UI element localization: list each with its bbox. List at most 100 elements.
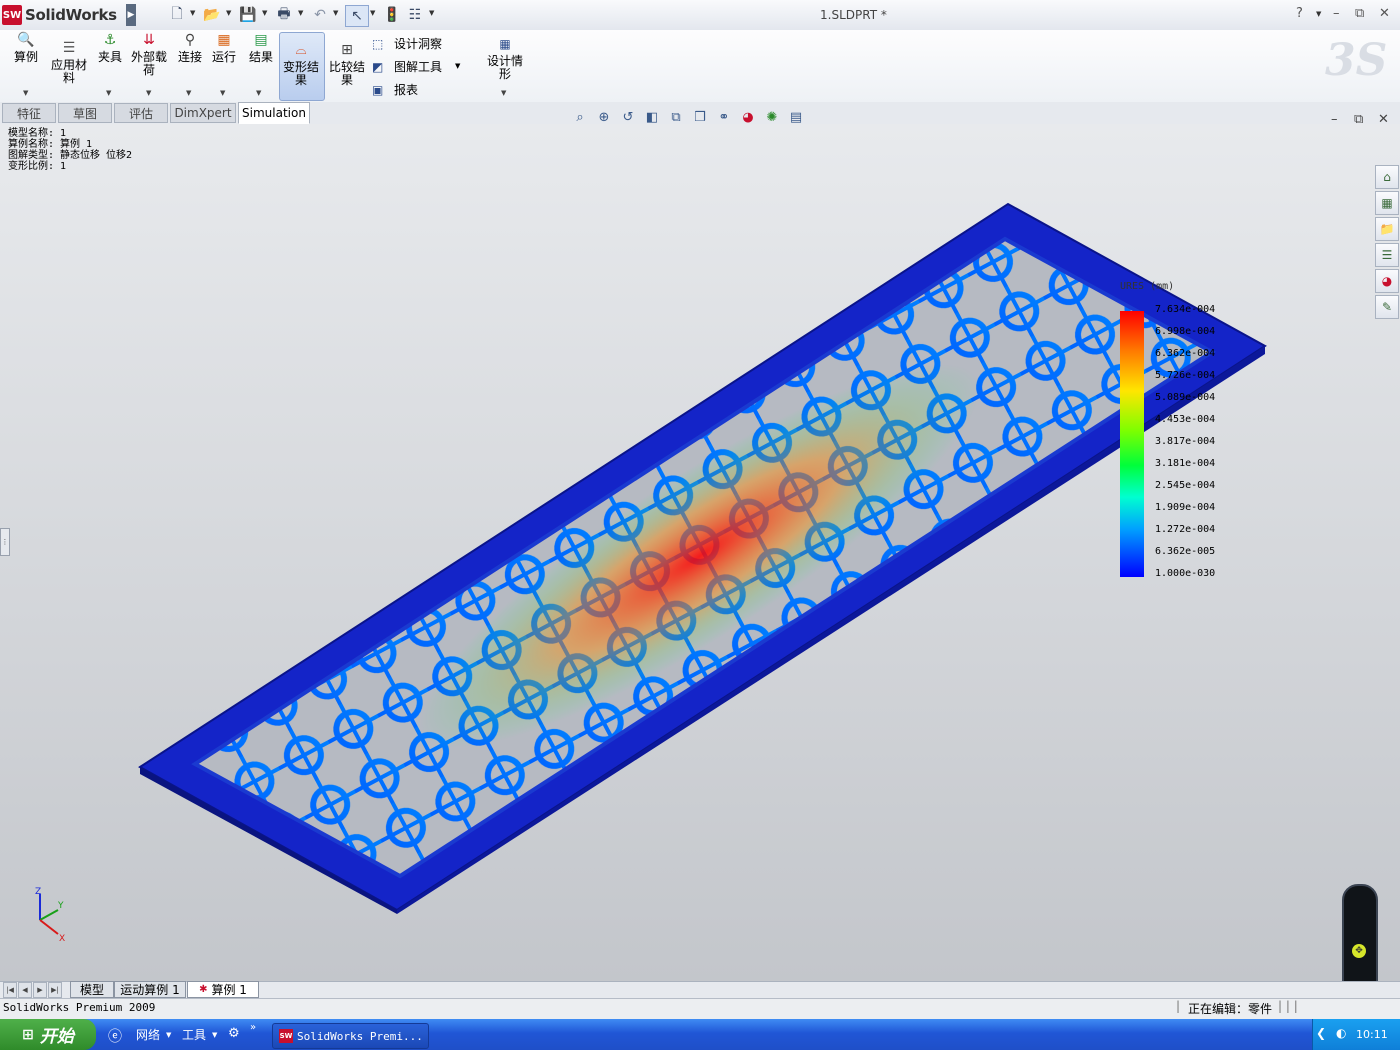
status-divider: | — [1176, 999, 1181, 1013]
select-dropdown-icon[interactable]: ▼ — [370, 9, 375, 17]
plot-tools-icon: ◩ — [372, 59, 384, 74]
view-settings-icon[interactable]: ▤ — [786, 110, 806, 125]
undo-dropdown-icon[interactable]: ▼ — [333, 9, 338, 17]
section-view-icon[interactable]: ◧ — [642, 110, 662, 125]
edit-appearance-icon[interactable]: ◕ — [738, 110, 758, 125]
study-tab-icon: ✱ — [199, 984, 208, 995]
tab-sketch[interactable]: 草图 — [58, 103, 112, 123]
design-insight-icon: ⬚ — [372, 36, 384, 51]
plot-tools-button[interactable]: ◩ 图解工具 — [372, 58, 442, 75]
connections-button[interactable]: ⚲ 连接 — [175, 32, 205, 64]
tray-expand-icon[interactable]: ❮ — [1316, 1026, 1326, 1040]
study-dropdown-icon[interactable]: ▼ — [23, 89, 28, 97]
quicklaunch-overflow-icon[interactable]: » — [250, 1022, 256, 1033]
fixtures-button[interactable]: ⚓ 夹具 — [95, 32, 125, 64]
report-button[interactable]: ▣ 报表 — [372, 81, 418, 98]
next-tab-icon[interactable]: ▶ — [33, 982, 47, 998]
app-logo[interactable]: SW SolidWorks — [2, 3, 117, 27]
design-library-icon[interactable]: ▦ — [1375, 191, 1399, 215]
open-dropdown-icon[interactable]: ▼ — [226, 9, 231, 17]
restore-button[interactable]: ⧉ — [1355, 6, 1364, 21]
design-scenario-button[interactable]: ▦ 设计情形 — [484, 38, 526, 81]
display-style-icon[interactable]: ❒ — [690, 110, 710, 125]
tools-dropdown-icon: ▼ — [212, 1030, 218, 1039]
plot-tools-dropdown-icon[interactable]: ▼ — [455, 62, 460, 70]
connections-dropdown-icon[interactable]: ▼ — [186, 89, 191, 97]
appearances-icon[interactable]: ◕ — [1375, 269, 1399, 293]
tab-model[interactable]: 模型 — [70, 981, 114, 998]
tab-dimxpert[interactable]: DimXpert — [170, 103, 236, 123]
rebuild-traffic-light-icon[interactable]: 🚦 — [381, 5, 403, 25]
tab-motion-study-1[interactable]: 运动算例 1 — [114, 981, 186, 998]
new-document-icon[interactable]: 🗋 — [166, 5, 188, 25]
external-loads-dropdown-icon[interactable]: ▼ — [146, 89, 151, 97]
start-button[interactable]: ⊞ 开始 — [0, 1019, 96, 1050]
print-dropdown-icon[interactable]: ▼ — [298, 9, 303, 17]
select-pointer-icon[interactable]: ↖ — [345, 5, 369, 27]
legend-label: 7.634e-004 — [1155, 304, 1216, 315]
results-plot-icon: ▤ — [254, 32, 268, 48]
design-insight-button[interactable]: ⬚ 设计洞察 — [372, 35, 442, 52]
tab-features[interactable]: 特征 — [2, 103, 56, 123]
design-scenario-dropdown-icon[interactable]: ▼ — [501, 89, 506, 97]
network-toolbar[interactable]: 网络 ▼ — [136, 1026, 171, 1043]
ie-icon[interactable]: ⓔ — [108, 1026, 122, 1046]
close-button[interactable]: ✕ — [1379, 6, 1390, 21]
results-dropdown-icon[interactable]: ▼ — [256, 89, 261, 97]
options-icon[interactable]: ☷ — [404, 5, 426, 25]
help-dropdown-icon[interactable]: ▼ — [1316, 10, 1321, 18]
view-heads-up-toolbar: ⌕ ⊕ ↺ ◧ ⧉ ❒ ⚭ ◕ ✺ ▤ — [570, 110, 806, 125]
quicklaunch-icon[interactable]: ⚙ — [228, 1026, 240, 1041]
view-orientation-icon[interactable]: ⧉ — [666, 110, 686, 125]
legend-label: 5.726e-004 — [1155, 370, 1216, 381]
run-icon: ▦ — [217, 32, 231, 48]
tools-toolbar[interactable]: 工具 ▼ — [182, 1026, 217, 1043]
hide-show-items-icon[interactable]: ⚭ — [714, 110, 734, 125]
print-icon[interactable]: 🖶 — [273, 5, 295, 25]
run-dropdown-icon[interactable]: ▼ — [220, 89, 225, 97]
external-loads-button[interactable]: ⇊ 外部载荷 — [130, 33, 168, 77]
tray-app-icon[interactable]: ◐ — [1336, 1026, 1346, 1040]
view-palette-icon[interactable]: ☰ — [1375, 243, 1399, 267]
connector-icon: ⚲ — [184, 32, 196, 48]
fixture-icon: ⚓ — [103, 32, 117, 48]
last-tab-icon[interactable]: ▶| — [48, 982, 62, 998]
apply-material-button[interactable]: ☰ 应用材料 — [50, 41, 88, 85]
first-tab-icon[interactable]: |◀ — [3, 982, 17, 998]
open-folder-icon[interactable]: 📂 — [201, 5, 223, 25]
save-icon[interactable]: 💾 — [237, 5, 259, 25]
ds-logo-icon: 3S — [1325, 35, 1388, 86]
options-dropdown-icon[interactable]: ▼ — [429, 9, 434, 17]
prev-tab-icon[interactable]: ◀ — [18, 982, 32, 998]
study-button[interactable]: 🔍 算例 — [11, 33, 41, 64]
zoom-to-area-icon[interactable]: ⊕ — [594, 110, 614, 125]
previous-view-icon[interactable]: ↺ — [618, 110, 638, 125]
minimize-button[interactable]: – — [1333, 6, 1340, 21]
report-icon: ▣ — [372, 82, 384, 97]
legend-label: 4.453e-004 — [1155, 414, 1216, 425]
save-dropdown-icon[interactable]: ▼ — [262, 9, 267, 17]
compare-results-button[interactable]: ⊞ 比较结果 — [327, 43, 367, 87]
tab-study-1[interactable]: ✱ 算例 1 — [187, 981, 259, 998]
tab-simulation[interactable]: Simulation — [238, 102, 310, 124]
zoom-to-fit-icon[interactable]: ⌕ — [570, 110, 590, 125]
tab-evaluate[interactable]: 评估 — [114, 103, 168, 123]
undo-icon[interactable]: ↶ — [309, 5, 331, 25]
taskbar-solidworks-button[interactable]: SW SolidWorks Premi... — [272, 1023, 429, 1049]
file-explorer-icon[interactable]: 📁 — [1375, 217, 1399, 241]
help-icon[interactable]: ? — [1296, 6, 1303, 21]
solidworks-logo-icon: SW — [2, 5, 22, 25]
apply-scene-icon[interactable]: ✺ — [762, 110, 782, 125]
axis-triad: Z Y X — [35, 887, 65, 944]
status-divider: | | | — [1278, 999, 1298, 1013]
run-button[interactable]: ▦ 运行 — [210, 32, 238, 64]
menu-expand-arrow-icon[interactable]: ▶ — [126, 4, 136, 26]
legend-label: 3.817e-004 — [1155, 436, 1216, 447]
pan-icon[interactable]: ✥ — [1352, 944, 1366, 958]
deformed-result-button[interactable]: ⌓ 变形结果 — [281, 43, 321, 87]
home-icon[interactable]: ⌂ — [1375, 165, 1399, 189]
new-dropdown-icon[interactable]: ▼ — [190, 9, 195, 17]
results-button[interactable]: ▤ 结果 — [246, 32, 276, 64]
custom-properties-icon[interactable]: ✎ — [1375, 295, 1399, 319]
fixtures-dropdown-icon[interactable]: ▼ — [106, 89, 111, 97]
